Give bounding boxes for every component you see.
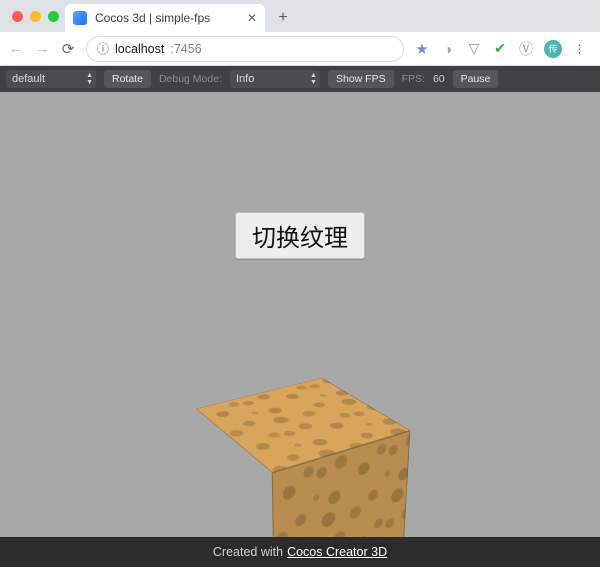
rotate-button[interactable]: Rotate [104,70,151,88]
fps-value: 60 [433,73,445,85]
footer: Created with Cocos Creator 3D [0,537,600,567]
tab-title: Cocos 3d | simple-fps [95,11,239,25]
preset-select[interactable]: default ▲▼ [6,70,96,88]
url-host: localhost [115,42,164,56]
debug-mode-select[interactable]: Info ▲▼ [230,70,320,88]
profile-avatar[interactable]: 传 [544,40,562,58]
render-canvas[interactable]: 切换纹理 [0,92,600,537]
kebab-menu-icon[interactable]: ⋮ [572,41,588,57]
footer-prefix: Created with [213,545,283,559]
window-controls [8,11,65,32]
browser-window: Cocos 3d | simple-fps ✕ + ← → ⟳ ⓘ localh… [0,0,600,567]
url-port: :7456 [170,42,201,56]
maximize-window-icon[interactable] [48,11,59,22]
page-viewport: default ▲▼ Rotate Debug Mode: Info ▲▼ Sh… [0,66,600,567]
close-tab-icon[interactable]: ✕ [247,12,257,24]
reload-icon[interactable]: ⟳ [60,40,76,58]
extension-icon[interactable]: ▽ [466,41,482,57]
chevron-updown-icon: ▲▼ [310,72,317,86]
fps-label: FPS: [402,73,425,85]
debug-mode-value: Info [236,73,254,85]
forward-icon: → [34,40,50,57]
extension-icon[interactable]: ◑ [440,41,456,57]
footer-link[interactable]: Cocos Creator 3D [287,545,387,559]
extension-icon[interactable]: Ⓥ [518,41,534,57]
chevron-updown-icon: ▲▼ [86,72,93,86]
switch-texture-button[interactable]: 切换纹理 [235,212,365,259]
debug-mode-label: Debug Mode: [159,73,222,85]
extension-icons: ★ ◑ ▽ ✔ Ⓥ 传 ⋮ [414,40,592,58]
extension-icon[interactable]: ✔ [492,41,508,57]
show-fps-button[interactable]: Show FPS [328,70,394,88]
new-tab-button[interactable]: + [271,6,295,30]
favicon-icon [73,11,87,25]
close-window-icon[interactable] [12,11,23,22]
debug-toolbar: default ▲▼ Rotate Debug Mode: Info ▲▼ Sh… [0,66,600,92]
preset-select-value: default [12,73,45,85]
cube-scene [225,412,375,537]
back-icon: ← [8,40,24,57]
site-info-icon[interactable]: ⓘ [97,40,109,57]
tab-strip: Cocos 3d | simple-fps ✕ + [0,0,600,32]
url-input[interactable]: ⓘ localhost :7456 [86,36,404,62]
cube [231,402,363,537]
minimize-window-icon[interactable] [30,11,41,22]
bookmark-star-icon[interactable]: ★ [414,41,430,57]
pause-button[interactable]: Pause [453,70,499,88]
browser-tab[interactable]: Cocos 3d | simple-fps ✕ [65,4,265,32]
address-bar: ← → ⟳ ⓘ localhost :7456 ★ ◑ ▽ ✔ Ⓥ 传 ⋮ [0,32,600,66]
